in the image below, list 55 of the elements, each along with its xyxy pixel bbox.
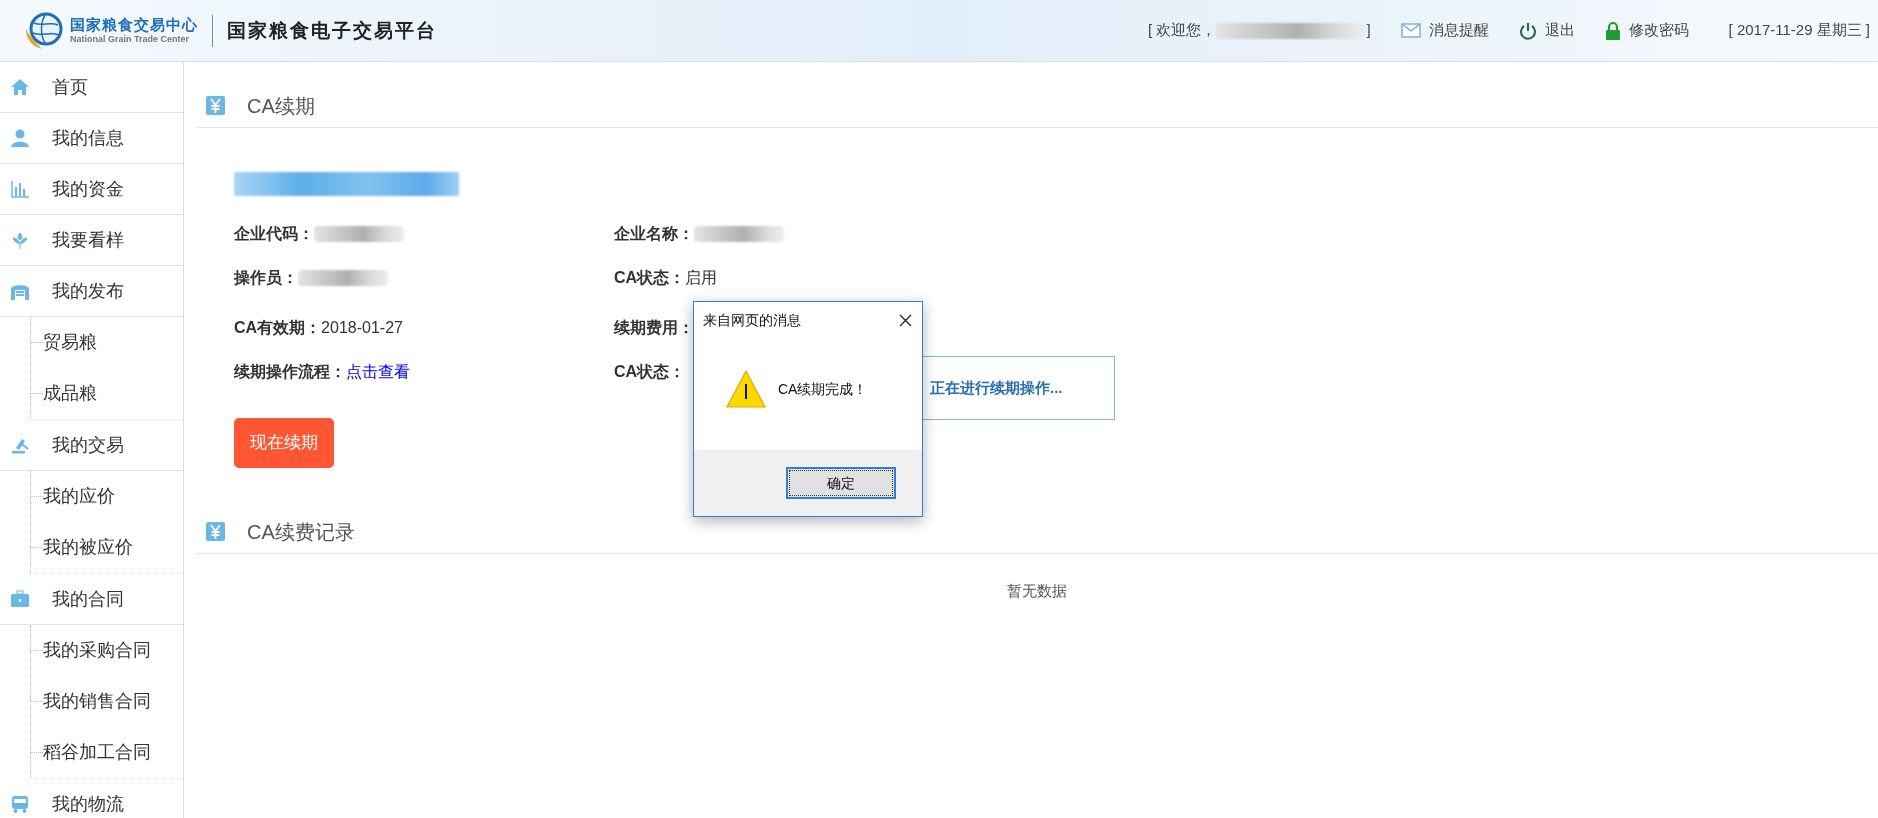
warning-icon [726,369,766,409]
sidebar-item[interactable]: 我的发布 [0,266,183,317]
field-value: 2018-01-27 [321,318,403,338]
mail-icon [1400,23,1421,38]
field-label: CA状态： [614,362,686,382]
sidebar-subitem[interactable]: 我的采购合同 [43,637,151,664]
dialog-message: CA续期完成！ [778,379,868,399]
sidebar-item[interactable]: 我的交易 [0,420,183,471]
bus-icon [10,794,30,814]
section-title: CA续费记录 [247,519,355,545]
sidebar-item[interactable]: 我的物流 [0,779,183,818]
sidebar-subitem[interactable]: 我的应价 [43,483,115,510]
header-link[interactable]: 退出 [1518,19,1575,42]
sidebar-subitem[interactable]: 我的销售合同 [43,688,151,715]
header-link[interactable]: 修改密码 [1604,19,1689,42]
user-icon [10,128,30,148]
field-value: 启用 [685,268,718,288]
lock-icon [1604,20,1621,41]
briefcase-icon [10,589,30,609]
field-label: 企业名称： [614,224,694,244]
sidebar-subitem[interactable]: 成品粮 [43,380,97,407]
field-label: 操作员： [234,268,298,288]
field-label: 续期费用： [614,318,694,338]
header-link[interactable]: 消息提醒 [1400,19,1489,42]
sidebar-item[interactable]: 我的信息 [0,113,183,164]
sidebar-subitem[interactable]: 贸易粮 [43,329,97,356]
field-label: 续期操作流程： [234,362,346,382]
home-icon [10,77,30,97]
section-title: CA续期 [247,93,315,119]
sidebar-item[interactable]: 我要看样 [0,215,183,266]
sidebar-item[interactable]: 我的合同 [0,574,183,625]
platform-title: 国家粮食电子交易平台 [227,18,437,44]
bar-chart-icon [10,179,30,199]
empty-text: 暂无数据 [1007,581,1067,601]
sidebar-subitem[interactable]: 稻谷加工合同 [43,739,151,766]
logo-subtitle: National Grain Trade Center [70,35,191,44]
power-icon [1518,21,1537,40]
yen-icon [206,522,225,541]
sidebar-subitem[interactable]: 我的被应价 [43,534,133,561]
field-label: CA有效期： [234,318,322,338]
ok-button[interactable]: 确定 [786,467,896,499]
dialog-title: 来自网页的消息 [703,310,801,330]
sprout-icon [10,230,30,250]
welcome-text: [ 欢迎您， [1148,20,1217,41]
close-icon[interactable] [899,313,912,327]
field-label: CA状态： [614,268,686,288]
date-text: [ 2017-11-29 星期三 ] [1728,20,1870,41]
welcome-bracket: ] [1366,20,1371,41]
logo-name: 国家粮食交易中心 [70,17,198,32]
process-link[interactable]: 点击查看 [346,360,410,384]
field-label: 企业代码： [234,224,314,244]
sidebar-item[interactable]: 首页 [0,62,183,113]
progress-text: 正在进行续期操作... [930,377,1063,398]
sidebar-item[interactable]: 我的资金 [0,164,183,215]
yen-icon [206,96,225,115]
